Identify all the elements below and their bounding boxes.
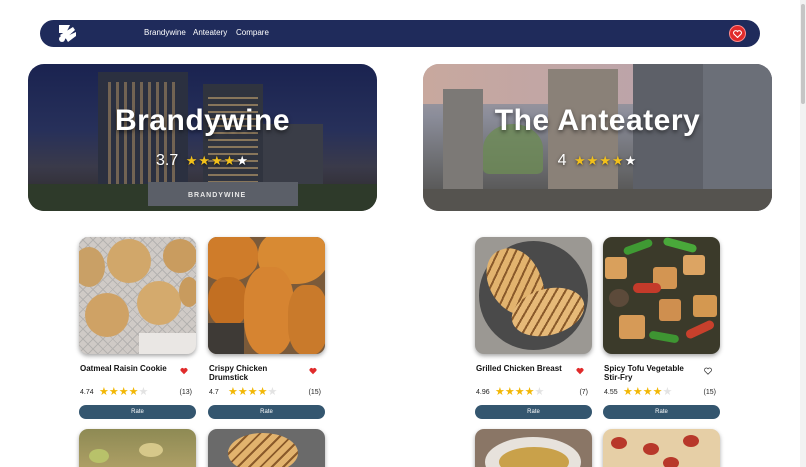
rating-count: (15) [703,389,716,396]
nav-link-anteatery[interactable]: Anteatery [193,28,227,37]
food-photo[interactable] [475,429,592,467]
food-card[interactable]: Grilled Chicken Breast 4.96 ★★★★★ (7) Ra… [475,237,592,419]
rating-value: 4.55 [604,389,618,396]
hero-rating-value: 3.7 [156,152,179,169]
hero-rating: 3.7 ★★★★★ [28,152,377,170]
food-name: Grilled Chicken Breast [476,364,562,373]
nav-link-brandywine[interactable]: Brandywine [144,28,186,37]
scrollbar[interactable] [800,0,806,467]
food-photo-chicken-drumstick[interactable] [208,237,325,354]
hero-rating-value: 4 [557,152,567,169]
food-card[interactable]: Crispy Chicken Drumstick 4.7 ★★★★★ (15) … [208,237,325,419]
hero-card-anteatery[interactable]: The Anteatery 4 ★★★★★ [423,64,772,211]
rating-row: 4.96 ★★★★★ (7) [476,387,592,398]
rating-value: 4.96 [476,389,490,396]
heart-icon [733,29,742,38]
hero-rating: 4 ★★★★★ [423,152,772,170]
star-rating: ★★★★★ [99,386,149,398]
food-card[interactable]: Spicy Tofu Vegetable Stir-Fry 4.55 ★★★★★… [603,237,720,419]
food-card[interactable]: Oatmeal Raisin Cookie 4.74 ★★★★★ (13) Ra… [79,237,196,419]
hero-card-brandywine[interactable]: Brandywine 3.7 ★★★★★ BRANDYWINE [28,64,377,211]
rating-count: (13) [179,389,192,396]
star-rating: ★★★★★ [228,386,278,398]
food-photo[interactable] [208,429,325,467]
food-photo[interactable] [79,429,196,467]
food-photo-oatmeal-cookie[interactable] [79,237,196,354]
food-name: Oatmeal Raisin Cookie [80,364,167,373]
rating-row: 4.7 ★★★★★ (15) [209,387,325,398]
building-sign: BRANDYWINE [188,192,247,199]
hero-title: Brandywine [114,104,291,137]
nav-link-compare[interactable]: Compare [236,28,269,37]
food-photo[interactable] [603,429,720,467]
rating-count: (7) [579,389,588,396]
rating-count: (15) [308,389,321,396]
star-rating: ★★★★★ [574,153,638,168]
rate-button[interactable]: Rate [79,405,196,419]
rating-value: 4.7 [209,389,219,396]
heart-icon[interactable] [180,367,188,375]
food-name: Spicy Tofu Vegetable Stir-Fry [604,364,684,382]
heart-icon[interactable] [576,367,584,375]
rating-row: 4.74 ★★★★★ (13) [80,387,196,398]
hero-title: The Anteatery [494,104,701,137]
logo-icon[interactable] [56,23,78,44]
scrollbar-thumb[interactable] [801,4,805,104]
star-rating: ★★★★★ [185,153,249,168]
rating-row: 4.55 ★★★★★ (15) [604,387,720,398]
food-name: Crispy Chicken Drumstick [209,364,268,382]
rate-button[interactable]: Rate [603,405,720,419]
heart-outline-icon[interactable] [704,367,712,375]
star-rating: ★★★★★ [623,386,673,398]
food-photo-tofu-stir-fry[interactable] [603,237,720,354]
rate-button[interactable]: Rate [475,405,592,419]
top-navbar: Brandywine Anteatery Compare [40,20,760,47]
star-rating: ★★★★★ [495,386,545,398]
favorites-button[interactable] [729,25,746,42]
heart-icon[interactable] [309,367,317,375]
food-photo-grilled-chicken[interactable] [475,237,592,354]
rate-button[interactable]: Rate [208,405,325,419]
rating-value: 4.74 [80,389,94,396]
